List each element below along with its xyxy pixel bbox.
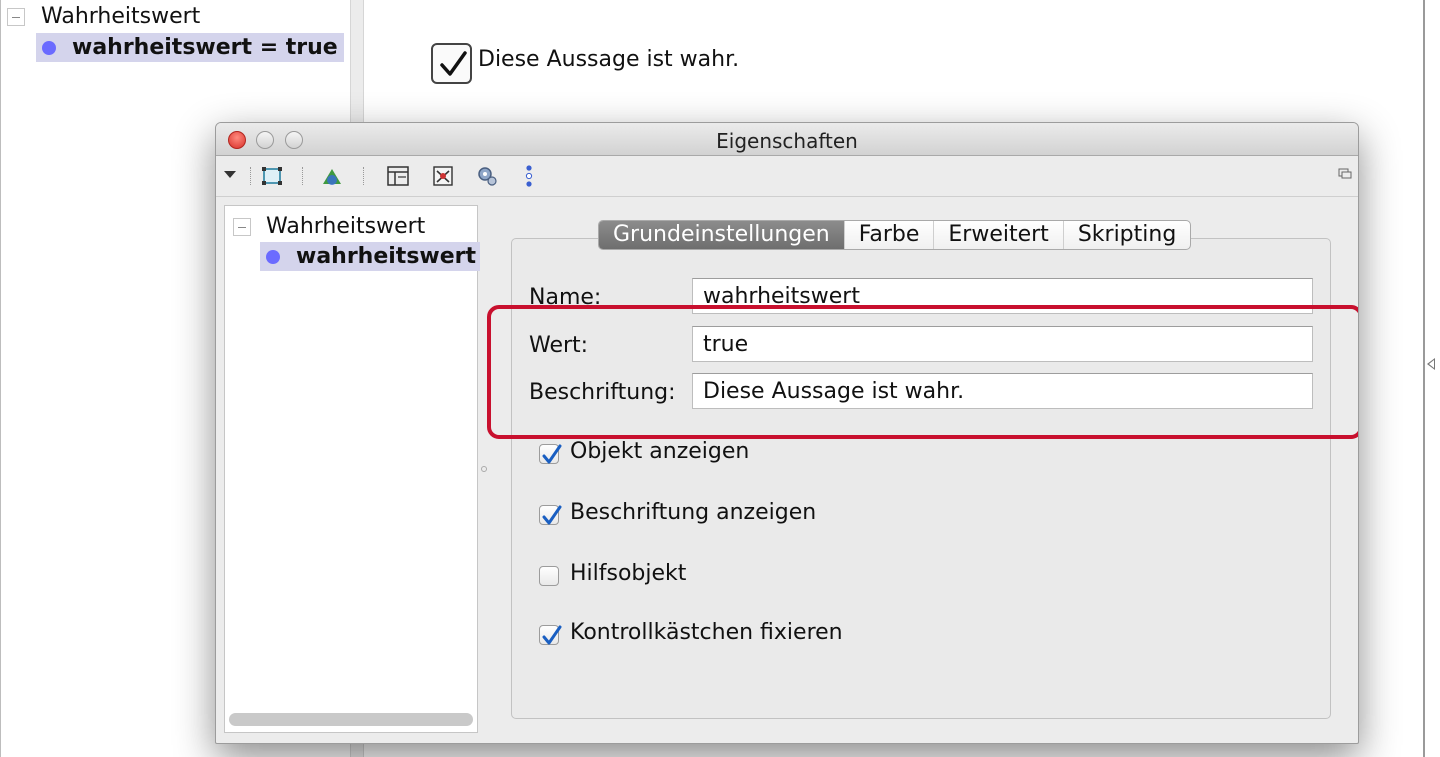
- tree-group-label: Wahrheitswert: [266, 214, 426, 239]
- object-tree-pane: Wahrheitswert wahrheitswert: [224, 205, 481, 733]
- layout-icon[interactable]: [386, 163, 410, 189]
- collapse-toggle-icon[interactable]: [7, 8, 25, 26]
- settings-tabs: Grundeinstellungen Farbe Erweitert Skrip…: [598, 220, 1192, 250]
- checkmark-icon: [440, 51, 467, 76]
- toolbar-separator: [250, 167, 251, 185]
- toolbar-menu-arrow-icon[interactable]: [222, 163, 246, 189]
- algebra-group-label: Wahrheitswert: [41, 4, 201, 29]
- algebra-item-wahrheitswert[interactable]: wahrheitswert = true: [36, 33, 344, 62]
- tab-grundeinstellungen[interactable]: Grundeinstellungen: [599, 221, 844, 249]
- dialog-toolbar: [216, 157, 1358, 197]
- tab-farbe[interactable]: Farbe: [843, 221, 934, 249]
- algebra-item-label: wahrheitswert = true: [72, 35, 338, 60]
- algebra-view-icon[interactable]: [431, 163, 455, 189]
- point-options-icon[interactable]: [524, 163, 548, 189]
- split-pane-handle[interactable]: [481, 466, 487, 472]
- graphics-view-icon[interactable]: [260, 163, 284, 189]
- properties-dialog: Eigenschaften Wahrheitswert wahrheitswer…: [215, 122, 1359, 744]
- toolbar-separator: [302, 167, 303, 185]
- hilfsobjekt-label: Hilfsobjekt: [570, 561, 687, 586]
- tab-erweitert[interactable]: Erweitert: [933, 221, 1062, 249]
- dialog-titlebar[interactable]: Eigenschaften: [216, 123, 1358, 156]
- graphics-checkbox[interactable]: [431, 43, 472, 84]
- horizontal-scrollbar[interactable]: [229, 713, 473, 726]
- toolbar-separator: [363, 167, 364, 185]
- beschriftung-anzeigen-checkbox[interactable]: [539, 505, 562, 525]
- highlight-annotation: [487, 305, 1358, 439]
- objekt-anzeigen-checkbox[interactable]: [539, 444, 562, 464]
- objekt-anzeigen-label: Objekt anzeigen: [570, 439, 750, 464]
- tree-item-wahrheitswert[interactable]: wahrheitswert: [260, 242, 481, 271]
- checkmark-icon: [542, 444, 562, 464]
- graphics-checkbox-caption[interactable]: Diese Aussage ist wahr.: [478, 47, 739, 72]
- collapse-toggle-icon[interactable]: [233, 218, 251, 236]
- hilfsobjekt-checkbox[interactable]: [539, 566, 559, 586]
- dialog-title: Eigenschaften: [716, 129, 858, 153]
- resize-corner-icon[interactable]: [1338, 165, 1352, 184]
- kontrollkaestchen-fixieren-label: Kontrollkästchen fixieren: [570, 620, 843, 645]
- beschriftung-anzeigen-label: Beschriftung anzeigen: [570, 500, 817, 525]
- right-panel-edge: [1423, 0, 1440, 757]
- point-dot-icon: [266, 250, 280, 264]
- checkmark-icon: [542, 625, 562, 645]
- kontrollkaestchen-fixieren-checkbox[interactable]: [539, 625, 562, 645]
- point-dot-icon: [42, 41, 56, 55]
- checkmark-icon: [542, 505, 562, 525]
- expand-arrow-icon[interactable]: [1427, 358, 1435, 370]
- screen: Wahrheitswert wahrheitswert = true Diese…: [0, 0, 1440, 757]
- tree-item-label: wahrheitswert: [296, 244, 477, 269]
- tab-skripting[interactable]: Skripting: [1062, 221, 1190, 249]
- geometry-objects-icon[interactable]: [320, 163, 344, 189]
- settings-gear-icon[interactable]: [475, 163, 499, 189]
